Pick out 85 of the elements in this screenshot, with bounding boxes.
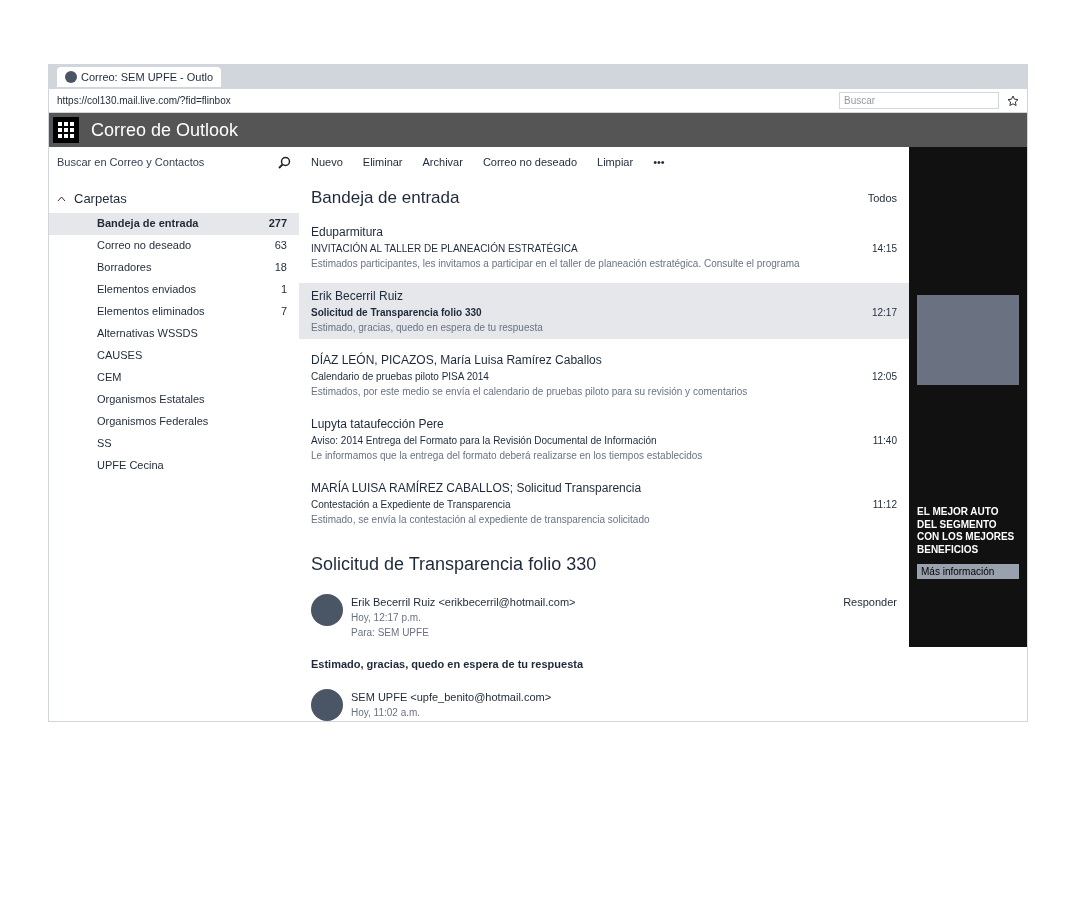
message-sender: DÍAZ LEÓN, PICAZOS, María Luisa Ramírez Caballos bbox=[311, 351, 603, 369]
folder-item[interactable]: UPFE Cecina bbox=[49, 454, 299, 477]
folder-count: 277 bbox=[268, 216, 287, 232]
message-preview: Estimado, gracias, quedo en espera de tu respuesta bbox=[311, 320, 544, 335]
search-icon[interactable] bbox=[278, 155, 291, 169]
folder-name: Correo no deseado bbox=[97, 238, 192, 254]
folder-name: Alternativas WSSDS bbox=[97, 326, 198, 342]
folder-name: Organismos Estatales bbox=[97, 392, 205, 408]
toolbar-button[interactable]: Eliminar bbox=[362, 153, 403, 171]
folder-item[interactable]: Organismos Estatales bbox=[49, 388, 299, 411]
collapse-icon[interactable] bbox=[57, 195, 66, 202]
message-sender: Erik Becerril Ruiz bbox=[311, 287, 404, 305]
star-icon[interactable] bbox=[1007, 94, 1019, 107]
message-item[interactable]: DÍAZ LEÓN, PICAZOS, María Luisa Ramírez Caballos Calendario de pruebas piloto PISA 2014 12:05 Estimados, por este medio se envía el calendario de pruebas piloto para su revisión y comentarios bbox=[299, 346, 909, 403]
folders-heading: Carpetas bbox=[74, 190, 127, 208]
app-title: Correo de Outlook bbox=[91, 118, 239, 142]
recipient: Para: SEM UPFE bbox=[351, 626, 430, 640]
message-item[interactable]: Erik Becerril Ruiz Solicitud de Transparencia folio 330 12:17 Estimado, gracias, quedo en espera de tu respuesta bbox=[299, 282, 909, 339]
message-item[interactable]: Eduparmitura INVITACIÓN AL TALLER DE PLANEACIÓN ESTRATÉGICA 14:15 Estimados participantes, les invitamos a participar en el taller de planeación estratégica. Consulte el programa bbox=[299, 218, 909, 275]
sender-address: Erik Becerril Ruiz <erikbecerril@hotmail.com> bbox=[351, 594, 576, 610]
message-item[interactable]: MARÍA LUISA RAMÍREZ CABALLOS; Solicitud Transparencia Contestación a Expediente de Transparencia 11:12 Estimado, se envía la contestación al expediente de transparencia solicitado bbox=[299, 474, 909, 531]
folder-name: Borradores bbox=[97, 260, 152, 276]
message-subject: Calendario de pruebas piloto PISA 2014 bbox=[311, 369, 489, 384]
folder-item[interactable]: CAUSES bbox=[49, 344, 299, 367]
message-subject: INVITACIÓN AL TALLER DE PLANEACIÓN ESTRATÉGICA bbox=[311, 241, 578, 256]
message-sender: Eduparmitura bbox=[311, 223, 385, 241]
reading-subject: Solicitud de Transparencia folio 330 bbox=[310, 552, 598, 576]
message-time: Hoy, 11:02 a.m. bbox=[351, 706, 422, 720]
message-preview: Estimado, se envía la contestación al expediente de transparencia solicitado bbox=[311, 512, 651, 527]
folder-name: Elementos enviados bbox=[97, 282, 197, 298]
sender-address: SEM UPFE <upfe_benito@hotmail.com> bbox=[351, 689, 552, 705]
address-field[interactable]: https://col130.mail.live.com/?fid=flinbox bbox=[57, 93, 831, 108]
search-field[interactable]: Buscar en Correo y Contactos bbox=[57, 153, 257, 171]
tab-title: Correo: SEM UPFE - Outlo bbox=[81, 69, 214, 85]
message-preview: Estimados, por este medio se envía el calendario de pruebas piloto para su revisión y comentarios bbox=[311, 384, 749, 399]
toolbar-button[interactable]: Nuevo bbox=[311, 153, 343, 171]
toolbar-button[interactable]: Correo no deseado bbox=[482, 153, 578, 171]
message-date: 11:12 bbox=[872, 497, 897, 512]
toolbar-button[interactable]: ••• bbox=[653, 153, 665, 171]
folder-item[interactable]: Elementos enviados 1 bbox=[49, 278, 299, 301]
message-subject: Aviso: 2014 Entrega del Formato para la Revisión Documental de Información bbox=[311, 433, 657, 448]
folder-item[interactable]: SS bbox=[49, 432, 299, 455]
message-item[interactable]: Lupyta tataufección Pere Aviso: 2014 Entrega del Formato para la Revisión Documental de Información 11:40 Le informamos que la entrega del formato deberá realizarse en los tiempos establecidos bbox=[299, 410, 909, 467]
folder-count: 7 bbox=[280, 304, 287, 320]
folder-count: 18 bbox=[274, 260, 287, 276]
message-date: 12:05 bbox=[871, 369, 897, 384]
message-sender: Lupyta tataufección Pere bbox=[311, 415, 445, 433]
browser-tab[interactable]: Correo: SEM UPFE - Outlo bbox=[57, 67, 222, 87]
message-preview: Estimados participantes, les invitamos a participar en el taller de planeación estratégica. Consulte el programa bbox=[311, 256, 801, 271]
message-subject: Contestación a Expediente de Transparencia bbox=[311, 497, 511, 512]
folder-item[interactable]: CEM bbox=[49, 366, 299, 389]
folder-name: Organismos Federales bbox=[97, 414, 209, 430]
message-date: 12:17 bbox=[871, 305, 897, 320]
message-body: Estimado, gracias, quedo en espera de tu respuesta bbox=[311, 657, 585, 672]
folder-name: CAUSES bbox=[97, 348, 143, 364]
folder-count: 1 bbox=[280, 282, 287, 298]
folder-name: UPFE Cecina bbox=[97, 458, 164, 474]
filter-dropdown[interactable]: Todos bbox=[867, 189, 897, 206]
folder-item[interactable]: Alternativas WSSDS bbox=[49, 322, 299, 345]
ad-button[interactable]: Más información bbox=[917, 564, 1019, 579]
folder-name: Elementos eliminados bbox=[97, 304, 205, 320]
app-grid-icon[interactable] bbox=[53, 117, 79, 143]
browser-search-field[interactable]: Buscar bbox=[839, 92, 999, 109]
message-date: 14:15 bbox=[871, 241, 897, 256]
folder-count: 63 bbox=[274, 238, 287, 254]
message-subject: Solicitud de Transparencia folio 330 bbox=[311, 305, 482, 320]
folder-name: Bandeja de entrada bbox=[97, 216, 199, 232]
avatar-icon bbox=[311, 593, 343, 626]
avatar-icon bbox=[311, 688, 343, 721]
folder-item[interactable]: Correo no deseado 63 bbox=[49, 234, 299, 257]
folder-item[interactable]: Elementos eliminados 7 bbox=[49, 300, 299, 323]
folder-item[interactable]: Organismos Federales bbox=[49, 410, 299, 433]
folder-name: CEM bbox=[97, 370, 122, 386]
message-sender: MARÍA LUISA RAMÍREZ CABALLOS; Solicitud Transparencia bbox=[311, 479, 643, 497]
ad-headline: EL MEJOR AUTO DEL SEGMENTO CON LOS MEJORES BENEFICIOS bbox=[917, 506, 1016, 556]
message-time: Hoy, 12:17 p.m. bbox=[351, 611, 422, 625]
inbox-title: Bandeja de entrada bbox=[311, 187, 460, 209]
toolbar-button[interactable]: Archivar bbox=[422, 153, 463, 171]
message-preview: Le informamos que la entrega del formato deberá realizarse en los tiempos establecidos bbox=[311, 448, 704, 463]
toolbar-button[interactable]: Limpiar bbox=[597, 153, 634, 171]
reply-button[interactable]: Responder bbox=[843, 593, 897, 610]
message-date: 11:40 bbox=[872, 433, 897, 448]
folder-item[interactable]: Borradores 18 bbox=[49, 256, 299, 279]
folder-name: SS bbox=[97, 436, 112, 452]
folder-item[interactable]: Bandeja de entrada 277 bbox=[49, 212, 299, 235]
